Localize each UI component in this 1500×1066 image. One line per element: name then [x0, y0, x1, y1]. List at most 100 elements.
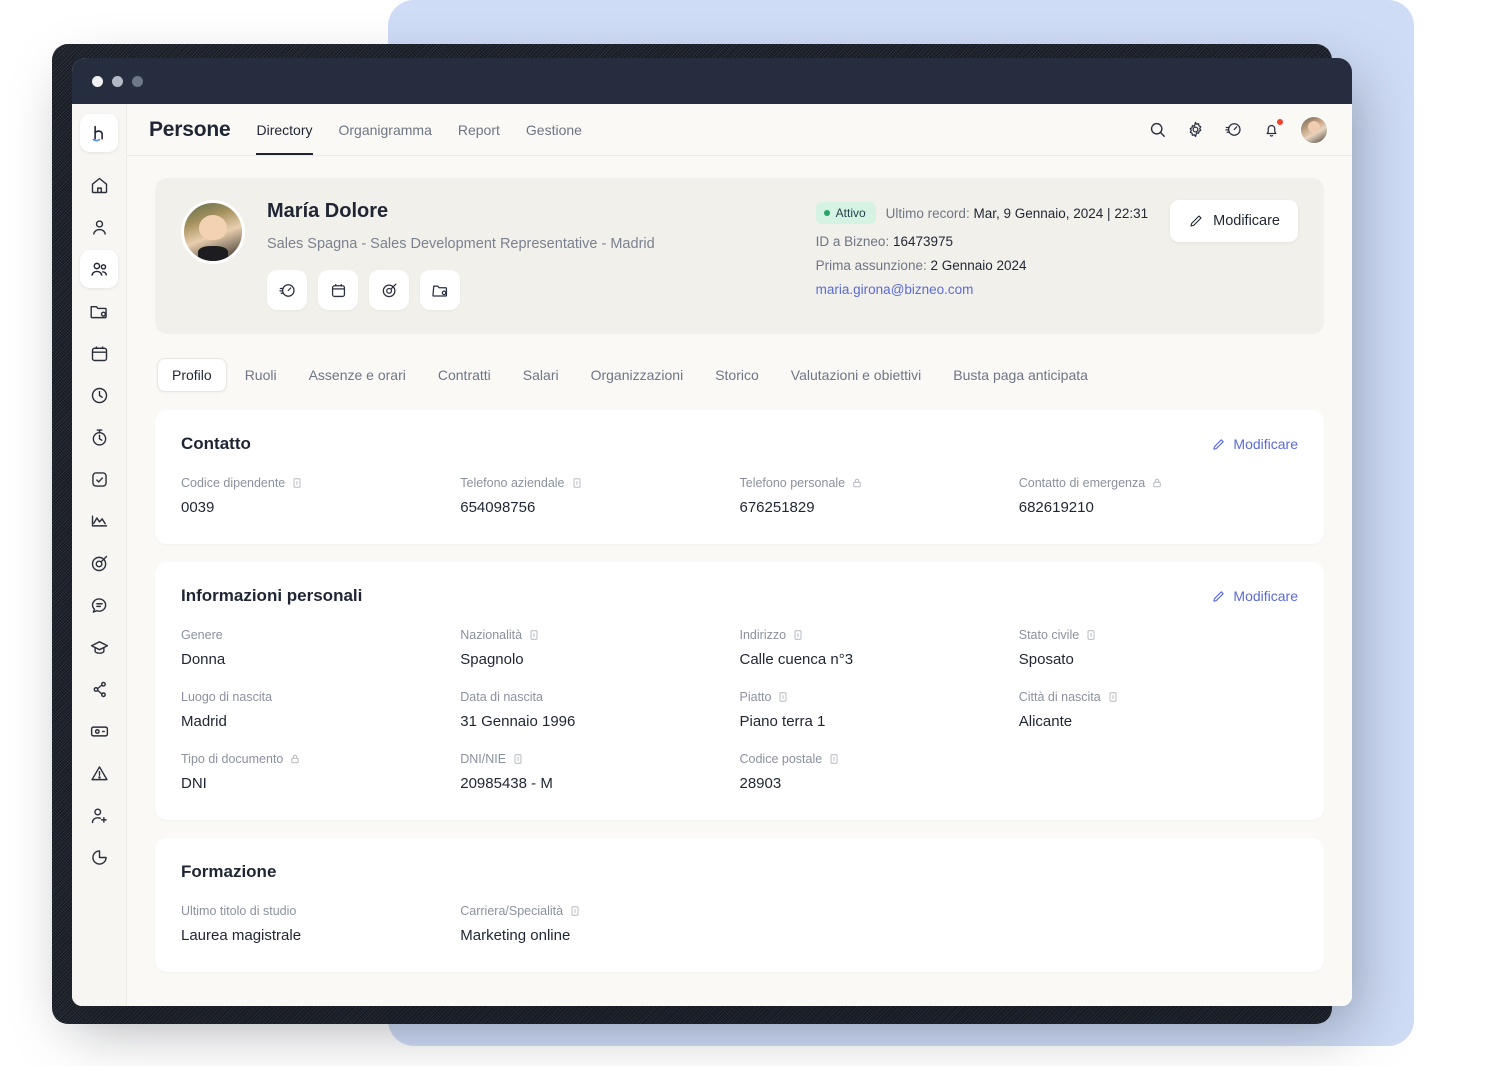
- window-titlebar: [72, 58, 1352, 104]
- gauge-icon[interactable]: [1224, 120, 1243, 139]
- field-label-text: Indirizzo: [739, 628, 787, 642]
- field-piatto: Piatto Piano terra 1: [740, 690, 1019, 730]
- sidebar-item-clock[interactable]: [80, 376, 118, 414]
- field-value: Laurea magistrale: [181, 927, 302, 944]
- field-label-text: Codice postale: [739, 752, 823, 766]
- sidebar-item-learning[interactable]: [80, 628, 118, 666]
- target-icon-button[interactable]: [369, 270, 409, 310]
- field-label-text: Genere: [181, 628, 223, 642]
- sidebar-item-tasks[interactable]: [80, 460, 118, 498]
- sidebar-item-payroll[interactable]: [80, 712, 118, 750]
- sidebar-item-analytics[interactable]: [80, 502, 118, 540]
- gauge-icon-button[interactable]: [267, 270, 307, 310]
- field-codice-postale: Codice postale 28903: [740, 752, 1019, 792]
- avatar[interactable]: [1300, 115, 1328, 144]
- scroll-area: María Dolore Sales Spagna - Sales Develo…: [127, 156, 1352, 1006]
- field-citta-di-nascita: Città di nascita Alicante: [1019, 690, 1298, 730]
- field-value: 0039: [181, 499, 215, 516]
- field-ultimo-titolo-di-studio: Ultimo titolo di studio Laurea magistral…: [181, 904, 460, 944]
- sidebar-item-reports[interactable]: [80, 838, 118, 876]
- nav-tab-directory[interactable]: Directory: [256, 104, 313, 155]
- profile-email-link[interactable]: maria.girona@bizneo.com: [816, 282, 1148, 297]
- tab-salari[interactable]: Salari: [509, 359, 573, 391]
- note-icon: [794, 630, 802, 640]
- sidebar-item-alerts[interactable]: [80, 754, 118, 792]
- nav-tab-organigramma[interactable]: Organigramma: [339, 104, 432, 155]
- field-label: Codice postale: [740, 752, 1019, 766]
- tab-busta-paga-anticipata[interactable]: Busta paga anticipata: [939, 359, 1102, 391]
- field-label-text: Ultimo titolo di studio: [181, 904, 297, 918]
- profile-info: María Dolore Sales Spagna - Sales Develo…: [267, 200, 655, 310]
- contatto-fields: Codice dipendente 0039 Telefono aziendal…: [181, 476, 1298, 516]
- tab-assenze-e-orari[interactable]: Assenze e orari: [295, 359, 420, 391]
- status-badge-label: Attivo: [835, 206, 866, 220]
- contatto-title: Contatto: [181, 434, 251, 453]
- field-value: Madrid: [181, 713, 227, 730]
- note-icon: [293, 478, 301, 488]
- tab-valutazioni-e-obiettivi[interactable]: Valutazioni e obiettivi: [777, 359, 935, 391]
- tab-contratti[interactable]: Contratti: [424, 359, 505, 391]
- formazione-fields: Ultimo titolo di studio Laurea magistral…: [181, 904, 1298, 944]
- note-icon: [571, 906, 579, 916]
- sidebar-item-recruiting[interactable]: [80, 796, 118, 834]
- field-value: Spagnolo: [460, 651, 524, 668]
- informazioni-fields: Genere Donna Nazionalità Spagnolo Indiri…: [181, 628, 1298, 792]
- field-label: Piatto: [740, 690, 1019, 704]
- profile-role: Sales Spagna - Sales Development Represe…: [267, 236, 655, 252]
- maximize-button[interactable]: [132, 75, 143, 87]
- sidebar-item-logo[interactable]: [80, 114, 118, 152]
- bizneo-id-value: 16473975: [892, 234, 954, 249]
- field-label: Indirizzo: [740, 628, 1019, 642]
- sidebar-item-calendar[interactable]: [80, 334, 118, 372]
- sidebar-item-home[interactable]: [80, 166, 118, 204]
- sidebar-item-stopwatch[interactable]: [80, 418, 118, 456]
- tab-ruoli[interactable]: Ruoli: [231, 359, 291, 391]
- field-label-text: DNI/NIE: [460, 752, 507, 766]
- primary-nav: Directory Organigramma Report Gestione: [256, 104, 582, 155]
- note-icon: [830, 754, 838, 764]
- pencil-icon: [1213, 590, 1225, 602]
- informazioni-personali-card: Informazioni personali Modificare Genere…: [155, 562, 1324, 820]
- informazioni-title: Informazioni personali: [181, 586, 363, 605]
- notification-indicator: [1276, 118, 1284, 126]
- sidebar-item-chat[interactable]: [80, 586, 118, 624]
- field-value: DNI: [181, 775, 207, 792]
- gear-icon[interactable]: [1186, 120, 1205, 139]
- sidebar-rail: [72, 104, 127, 1006]
- field-label: Luogo di nascita: [181, 690, 460, 704]
- informazioni-edit-button[interactable]: Modificare: [1211, 588, 1298, 604]
- field-label-text: Città di nascita: [1018, 690, 1101, 704]
- minimize-button[interactable]: [112, 75, 123, 87]
- field-label: Codice dipendente: [181, 476, 460, 490]
- tab-organizzazioni[interactable]: Organizzazioni: [577, 359, 698, 391]
- calendar-icon-button[interactable]: [318, 270, 358, 310]
- note-icon: [1087, 630, 1095, 640]
- field-label-text: Luogo di nascita: [181, 690, 273, 704]
- sidebar-item-workflow[interactable]: [80, 670, 118, 708]
- folder-icon-button[interactable]: [420, 270, 460, 310]
- field-label-text: Stato civile: [1018, 628, 1080, 642]
- bell-icon[interactable]: [1262, 118, 1284, 139]
- contatto-edit-button[interactable]: Modificare: [1211, 436, 1298, 452]
- nav-tab-gestione[interactable]: Gestione: [526, 104, 582, 155]
- tab-storico[interactable]: Storico: [701, 359, 773, 391]
- nav-tab-report[interactable]: Report: [458, 104, 500, 155]
- close-button[interactable]: [92, 75, 103, 87]
- field-value: 654098756: [460, 499, 536, 516]
- tab-profilo[interactable]: Profilo: [157, 358, 227, 392]
- field-luogo-di-nascita: Luogo di nascita Madrid: [181, 690, 460, 730]
- profile-avatar[interactable]: [181, 200, 245, 264]
- lock-icon: [291, 754, 300, 764]
- field-value: Marketing online: [460, 927, 571, 944]
- field-label: Telefono personale: [740, 476, 1019, 490]
- edit-profile-button[interactable]: Modificare: [1170, 200, 1298, 242]
- sidebar-item-user[interactable]: [80, 208, 118, 246]
- field-label: Città di nascita: [1019, 690, 1298, 704]
- search-icon[interactable]: [1148, 120, 1167, 139]
- sidebar-item-goals[interactable]: [80, 544, 118, 582]
- last-record: Ultimo record: Mar, 9 Gennaio, 2024 | 22…: [886, 206, 1148, 221]
- lock-icon: [853, 478, 861, 488]
- sidebar-item-people[interactable]: [80, 250, 118, 288]
- edit-profile-label: Modificare: [1213, 213, 1280, 229]
- sidebar-item-folder[interactable]: [80, 292, 118, 330]
